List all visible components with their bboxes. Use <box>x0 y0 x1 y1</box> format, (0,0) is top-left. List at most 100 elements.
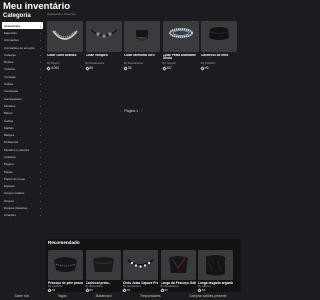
robux-icon <box>123 66 128 71</box>
item-card[interactable]: Colar Prata Diamante Gholo By Tiagoth 18… <box>161 21 199 71</box>
sidebar-item[interactable]: Calças › <box>2 80 43 87</box>
robux-icon <box>200 66 205 71</box>
sidebar-item[interactable]: Emblemas › <box>2 139 43 146</box>
sidebar-item[interactable]: Grupos › <box>2 197 43 204</box>
sidebar-item-label: Rostos <box>4 60 14 65</box>
sidebar-item[interactable]: Criações › <box>2 212 43 219</box>
item-thumbnail[interactable] <box>48 250 83 280</box>
item-name[interactable]: Colar Memória Giro <box>124 54 160 62</box>
chevron-right-icon: › <box>40 111 41 116</box>
sidebar-item[interactable]: Grupos criados › <box>2 190 43 197</box>
item-price: 55 <box>123 66 160 71</box>
breadcrumb[interactable]: Acessórios › Pescoço <box>47 12 76 16</box>
chevron-right-icon: › <box>40 89 41 94</box>
sidebar-item[interactable]: Partes do corpo › <box>2 175 43 182</box>
item-creator[interactable]: By Reedacaine <box>86 61 122 65</box>
item-thumbnail[interactable] <box>124 21 160 52</box>
item-card[interactable]: Colar Vampiro By Reedacaine 55 <box>84 21 122 71</box>
sidebar-item[interactable]: Áudios › <box>2 117 43 124</box>
item-card[interactable]: Cachecol de Inflo By RobloFc 55 <box>200 21 237 71</box>
sidebar-item[interactable]: Bônus › <box>2 110 43 117</box>
chevron-right-icon: › <box>40 213 41 218</box>
sidebar-item-label: Animações <box>4 38 19 43</box>
sidebar-item[interactable]: Especiais › <box>2 29 43 36</box>
footer-link-mastercard[interactable]: Mastercard <box>96 294 112 298</box>
item-creator[interactable]: By Tiagoth <box>163 61 199 65</box>
item-thumbnail[interactable] <box>123 250 158 280</box>
recommended-title: Recomendado <box>48 240 80 245</box>
sidebar-item-label: Modelos e pacotes <box>4 147 30 152</box>
footer-link-about[interactable]: Sobre nós <box>14 294 29 298</box>
sidebar-item[interactable]: Malhas › <box>2 124 43 131</box>
sidebar-item-label: Partes do corpo <box>4 176 26 181</box>
sidebar-item[interactable]: Camisas › <box>2 73 43 80</box>
sidebar-item[interactable]: Avatares › <box>2 153 43 160</box>
chevron-right-icon: › <box>40 154 41 159</box>
recommended-card[interactable]: Pescoço de pele pesca cuco By Caridelle … <box>47 250 83 293</box>
item-thumbnail[interactable] <box>198 250 233 280</box>
item-price: 55 <box>84 66 122 71</box>
sidebar-item-label: Emblemas <box>4 140 19 145</box>
item-thumbnail[interactable] <box>85 21 122 52</box>
sidebar-item[interactable]: Cabeças › <box>2 51 43 58</box>
item-name[interactable]: Colar Prata Diamante Gholo <box>163 54 199 62</box>
item-name[interactable]: Cachecol de Inflo <box>201 54 237 62</box>
category-heading: Categoria <box>3 13 31 19</box>
sidebar-item[interactable]: Camisetas › <box>2 88 43 95</box>
item-creator[interactable]: By RobloFc <box>201 61 237 65</box>
sidebar-item[interactable]: Acessórios › <box>2 22 43 30</box>
recommended-card[interactable]: Cinto Joias Capuze Preta... By Reedacain… <box>122 250 158 293</box>
chevron-right-icon: › <box>40 169 41 174</box>
item-creator[interactable]: By Riverfy <box>47 61 83 65</box>
sidebar-item[interactable]: Gamepasses › <box>2 95 43 102</box>
item-name[interactable]: Colar Vampiro <box>86 54 122 62</box>
item-thumbnail[interactable] <box>85 250 121 280</box>
chevron-right-icon: › <box>40 176 41 181</box>
footer-link-parents[interactable]: Responsáveis <box>140 294 160 298</box>
sidebar-item[interactable]: Modelos › <box>2 102 43 109</box>
sidebar-item[interactable]: Plugins › <box>2 161 43 168</box>
footer-link-gift-cards[interactable]: Comprar cartões-presente <box>189 294 226 298</box>
sidebar-item-label: Equipes <box>4 184 15 189</box>
item-thumbnail[interactable] <box>201 21 237 52</box>
chevron-right-icon: › <box>40 45 41 50</box>
chevron-right-icon: › <box>40 23 41 28</box>
item-creator[interactable]: By Reedacaine <box>124 61 160 65</box>
sidebar-item[interactable]: Animações › <box>2 37 43 44</box>
prev-page-button[interactable]: ‹ <box>120 108 121 113</box>
category-sidebar: Acessórios › Especiais › Animações › Animações… <box>2 22 43 219</box>
sidebar-item-label: Calças <box>4 82 14 87</box>
sidebar-item[interactable]: Cabelos › <box>2 66 43 73</box>
sidebar-item[interactable]: Rostos › <box>2 58 43 65</box>
item-card[interactable]: Colar Ouro Branco By Riverfy 4.090 <box>46 21 83 71</box>
item-thumbnail[interactable] <box>160 250 196 280</box>
chevron-right-icon: › <box>40 206 41 211</box>
next-page-button[interactable]: › <box>141 108 142 113</box>
sidebar-item[interactable]: Animações de emoção › <box>2 44 43 51</box>
sidebar-item-label: Especiais <box>4 30 17 35</box>
sidebar-item[interactable]: Partes › <box>2 168 43 175</box>
item-card[interactable]: Colar Memória Giro By Reedacaine 55 <box>123 21 160 71</box>
chevron-right-icon: › <box>40 133 41 138</box>
chevron-right-icon: › <box>40 184 41 189</box>
sidebar-item[interactable]: Modelos e pacotes › <box>2 146 43 153</box>
chevron-right-icon: › <box>40 38 41 43</box>
pagination: ‹ Página 1 › <box>120 108 143 113</box>
item-name[interactable]: Colar Ouro Branco <box>47 54 83 62</box>
item-thumbnail[interactable] <box>47 21 83 52</box>
recommended-card[interactable]: Longa rasgado arganilado... By Ullerrey … <box>197 250 233 293</box>
recommended-card[interactable]: Cachecol preto... By BigGoPass 55 <box>84 250 121 293</box>
footer: Sobre nós Vagas Mastercard Responsáveis … <box>0 292 241 300</box>
page-title: Meu inventário <box>3 1 71 12</box>
robux-icon <box>84 66 90 71</box>
footer-link-jobs[interactable]: Vagas <box>58 294 67 298</box>
sidebar-item-label: Cabelos <box>4 67 16 72</box>
sidebar-item[interactable]: Equipes › <box>2 183 43 190</box>
sidebar-item-label: Cabeças <box>4 52 16 57</box>
sidebar-item-label: Acessórios <box>4 23 21 28</box>
sidebar-item[interactable]: Badges › <box>2 131 43 138</box>
chevron-right-icon: › <box>40 118 41 123</box>
item-thumbnail[interactable] <box>162 21 199 52</box>
recommended-card[interactable]: Longo da Pescoço Gótica... By Reedacaine… <box>159 250 196 293</box>
sidebar-item[interactable]: Roupas clássicas › <box>2 204 43 211</box>
